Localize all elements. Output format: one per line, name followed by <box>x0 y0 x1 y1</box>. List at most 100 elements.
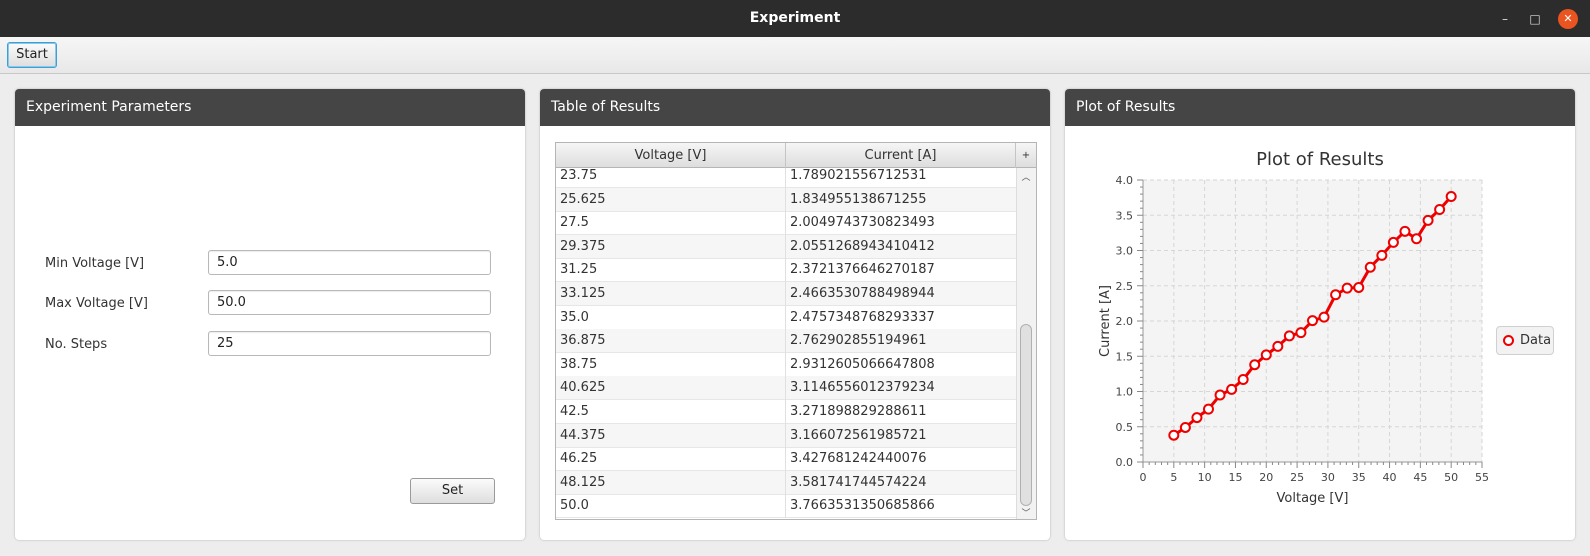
table-body: 23.75 1.789021556712531 25.625 1.8349551386… <box>556 168 1016 519</box>
table-row[interactable]: 33.125 2.4663530788498944 <box>556 282 1016 306</box>
data-point <box>1214 389 1226 401</box>
results-table[interactable]: Voltage [V] Current [A] + 23.75 1.7890215… <box>555 142 1037 520</box>
data-point <box>1202 403 1214 415</box>
data-point <box>1411 233 1423 245</box>
column-menu-icon[interactable]: + <box>1016 143 1036 168</box>
experiment-parameters-panel: Experiment Parameters Min Voltage [V] 5.… <box>15 89 525 540</box>
voltage-cell: 27.5 <box>556 211 786 236</box>
max-voltage-input[interactable]: 50.0 <box>208 290 491 315</box>
voltage-cell: 44.375 <box>556 423 786 448</box>
y-tick-label: 2.5 <box>1116 280 1134 293</box>
panel-title: Experiment Parameters <box>15 89 525 126</box>
y-tick-label: 4.0 <box>1116 174 1134 187</box>
x-tick-label: 35 <box>1352 471 1366 484</box>
set-button[interactable]: Set <box>410 478 495 504</box>
voltage-cell: 35.0 <box>556 305 786 330</box>
data-point <box>1260 349 1272 361</box>
legend-marker-icon <box>1503 335 1514 346</box>
table-row[interactable]: 29.375 2.0551268943410412 <box>556 234 1016 259</box>
steps-label: No. Steps <box>45 337 108 352</box>
data-point <box>1341 282 1353 294</box>
x-tick-label: 30 <box>1321 471 1335 484</box>
x-tick-label: 10 <box>1198 471 1212 484</box>
maximize-icon[interactable]: □ <box>1525 9 1545 29</box>
table-row[interactable]: 46.25 3.427681242440076 <box>556 447 1016 472</box>
table-header: Voltage [V] Current [A] + <box>556 143 1036 168</box>
plot-of-results-panel: Plot of Results Plot of Results 0 5 10 15 20… <box>1065 89 1575 540</box>
x-tick-label: 15 <box>1228 471 1242 484</box>
voltage-cell: 33.125 <box>556 282 786 306</box>
scrollbar-thumb[interactable] <box>1020 324 1032 506</box>
scroll-up-icon[interactable]: ︿ <box>1017 170 1035 183</box>
x-tick-label: 45 <box>1413 471 1427 484</box>
table-row[interactable]: 42.5 3.271898829288611 <box>556 400 1016 424</box>
table-scrollbar[interactable]: ︿ ﹀ <box>1016 168 1036 519</box>
column-header-current[interactable]: Current [A] <box>786 143 1016 168</box>
data-point <box>1226 383 1238 395</box>
table-row[interactable]: 25.625 1.834955138671255 <box>556 187 1016 212</box>
table-row[interactable]: 48.125 3.581741744574224 <box>556 470 1016 495</box>
table-row[interactable]: 23.75 1.789021556712531 <box>556 168 1016 188</box>
voltage-cell: 46.25 <box>556 447 786 472</box>
current-cell: 2.4663530788498944 <box>790 286 935 301</box>
current-cell: 3.581741744574224 <box>790 474 927 490</box>
table-row[interactable]: 35.0 2.4757348768293337 <box>556 305 1016 330</box>
data-point <box>1445 190 1457 202</box>
voltage-cell: 42.5 <box>556 400 786 424</box>
x-tick-label: 5 <box>1170 471 1177 484</box>
start-button[interactable]: Start <box>7 42 57 68</box>
results-chart: 0 5 10 15 20 25 30 35 40 45 50 55 0.0 0.5 1.0 1.5 2.0 2.5… <box>1098 174 1489 506</box>
table-row[interactable]: 31.25 2.3721376646270187 <box>556 258 1016 283</box>
current-cell: 3.166072561985721 <box>790 427 927 443</box>
data-point <box>1353 281 1365 293</box>
y-tick-label: 0.0 <box>1116 456 1134 469</box>
min-voltage-label: Min Voltage [V] <box>45 256 145 271</box>
current-cell: 2.4757348768293337 <box>790 309 935 325</box>
voltage-cell: 25.625 <box>556 187 786 212</box>
table-row[interactable]: 50.0 3.7663531350685866 <box>556 494 1016 519</box>
window-titlebar: Experiment – □ ✕ <box>0 0 1590 37</box>
legend-label: Data <box>1520 333 1552 348</box>
data-point <box>1237 374 1249 386</box>
current-cell: 3.7663531350685866 <box>790 498 935 514</box>
min-voltage-input[interactable]: 5.0 <box>208 250 491 275</box>
panel-title: Table of Results <box>540 89 1050 126</box>
toolbar: Start <box>0 37 1590 74</box>
current-cell: 2.762902855194961 <box>790 333 927 349</box>
current-cell: 1.834955138671255 <box>790 191 927 207</box>
y-tick-label: 3.0 <box>1116 245 1134 258</box>
voltage-cell: 48.125 <box>556 470 786 495</box>
data-point <box>1272 340 1284 352</box>
current-cell: 3.1146556012379234 <box>790 380 935 396</box>
current-cell: 2.9312605066647808 <box>790 356 935 372</box>
data-point <box>1330 289 1342 301</box>
y-tick-label: 1.0 <box>1116 386 1134 399</box>
table-row[interactable]: 38.75 2.9312605066647808 <box>556 352 1016 377</box>
current-cell: 2.0551268943410412 <box>790 238 935 254</box>
x-axis-label: Voltage [V] <box>1277 491 1349 506</box>
current-cell: 2.0049743730823493 <box>790 215 935 231</box>
scroll-down-icon[interactable]: ﹀ <box>1017 506 1035 519</box>
table-row[interactable]: 44.375 3.166072561985721 <box>556 423 1016 448</box>
data-point <box>1422 214 1434 226</box>
table-row[interactable]: 27.5 2.0049743730823493 <box>556 211 1016 236</box>
column-header-voltage[interactable]: Voltage [V] <box>556 143 786 168</box>
current-cell: 3.427681242440076 <box>790 451 927 467</box>
voltage-cell: 40.625 <box>556 376 786 401</box>
y-tick-label: 3.5 <box>1116 209 1134 222</box>
minimize-icon[interactable]: – <box>1495 9 1515 29</box>
table-row[interactable]: 36.875 2.762902855194961 <box>556 329 1016 354</box>
x-tick-label: 55 <box>1475 471 1489 484</box>
steps-input[interactable]: 25 <box>208 331 491 356</box>
data-point <box>1364 261 1376 273</box>
table-row[interactable]: 40.625 3.1146556012379234 <box>556 376 1016 401</box>
x-tick-label: 20 <box>1259 471 1273 484</box>
voltage-cell: 50.0 <box>556 494 786 519</box>
close-icon[interactable]: ✕ <box>1558 9 1578 29</box>
data-point <box>1179 421 1191 433</box>
data-point <box>1387 236 1399 248</box>
data-point <box>1307 315 1318 327</box>
x-tick-label: 25 <box>1290 471 1304 484</box>
current-cell: 2.3721376646270187 <box>790 262 935 278</box>
current-cell: 1.789021556712531 <box>790 168 927 183</box>
